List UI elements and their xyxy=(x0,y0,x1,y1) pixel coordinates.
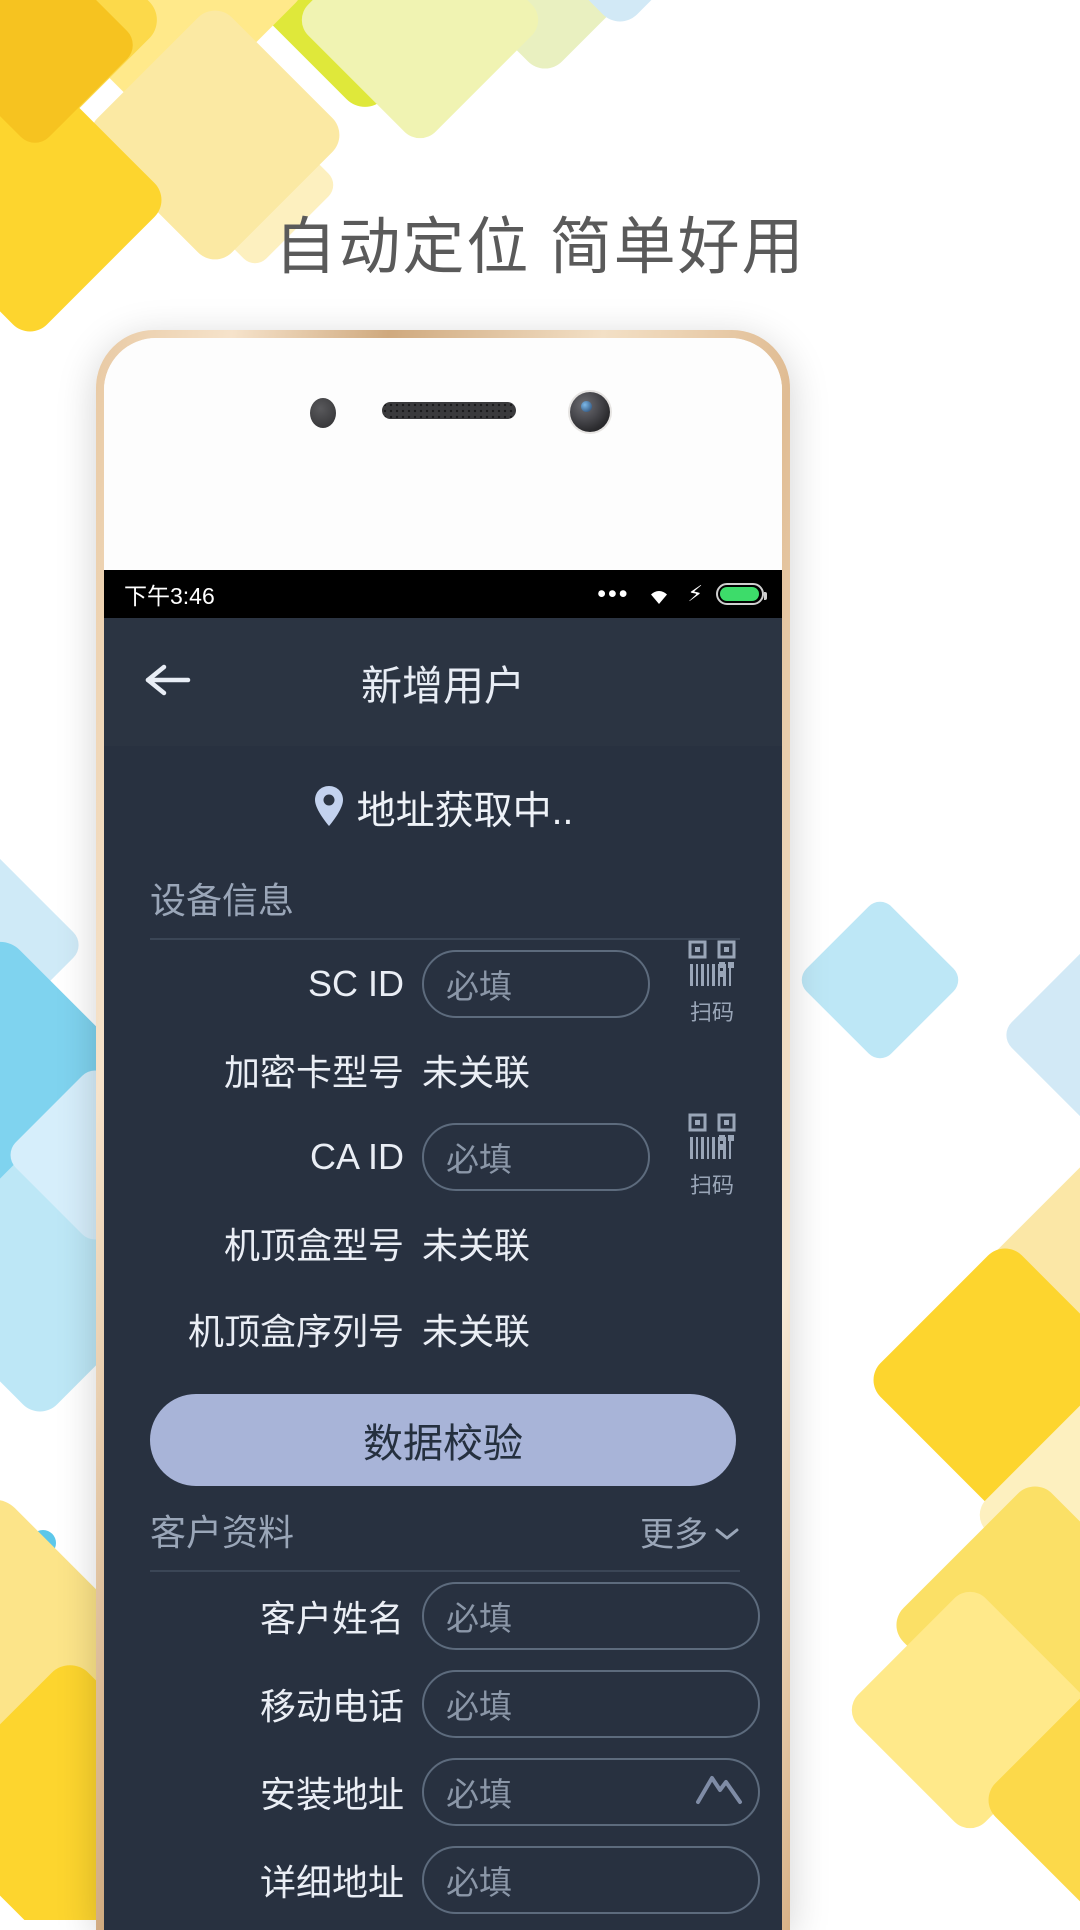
phone-body: 下午3:46 ••• ⚡ 新增用户 地址获取中.. 设备信息 SC ID 必填 … xyxy=(104,338,782,1930)
detail-address-input[interactable]: 必填 xyxy=(422,1846,760,1914)
scan-sc-id-button[interactable]: 扫码 xyxy=(664,940,760,1027)
front-camera-icon xyxy=(570,392,610,432)
field-label: CA ID xyxy=(309,1135,404,1177)
location-status-bar[interactable]: 地址获取中.. xyxy=(104,746,782,862)
battery-icon xyxy=(716,583,767,605)
ca-id-input[interactable]: 必填 xyxy=(422,1122,650,1191)
form-row-install-address: 安装地址 必填 xyxy=(104,1748,782,1836)
status-bar: 下午3:46 ••• ⚡ xyxy=(104,570,782,618)
form-row-stb-model: 机顶盒型号 未关联 xyxy=(104,1200,782,1286)
form-content: 地址获取中.. 设备信息 SC ID 必填 扫码 加密卡型号 未关联 CA ID… xyxy=(104,746,782,1930)
qr-code-icon xyxy=(688,1113,736,1166)
phone-screen: 下午3:46 ••• ⚡ 新增用户 地址获取中.. 设备信息 SC ID 必填 … xyxy=(104,570,782,1930)
back-button[interactable] xyxy=(138,652,198,712)
field-label: 安装地址 xyxy=(259,1774,404,1815)
install-address-input[interactable]: 必填 xyxy=(422,1758,760,1826)
field-label: 机顶盒型号 xyxy=(223,1225,404,1266)
location-pin-icon xyxy=(313,784,345,833)
stb-model-value[interactable]: 未关联 xyxy=(422,1217,530,1269)
scan-ca-id-button[interactable]: 扫码 xyxy=(664,1113,760,1200)
sc-id-input[interactable]: 必填 xyxy=(422,949,650,1018)
form-row-sc-id: SC ID 必填 扫码 xyxy=(104,940,782,1027)
field-label: 机顶盒序列号 xyxy=(187,1311,404,1352)
field-label: SC ID xyxy=(307,962,404,1004)
mountain-icon[interactable] xyxy=(690,1766,748,1818)
scan-label: 扫码 xyxy=(689,1000,734,1025)
qr-code-icon xyxy=(688,940,736,993)
field-label: 移动电话 xyxy=(259,1686,404,1727)
app-bar: 新增用户 xyxy=(104,618,782,746)
scan-label: 扫码 xyxy=(689,1173,734,1198)
form-row-encryption-card-model: 加密卡型号 未关联 xyxy=(104,1027,782,1113)
form-row-ca-id: CA ID 必填 扫码 xyxy=(104,1113,782,1200)
promo-headline: 自动定位 简单好用 xyxy=(274,213,806,282)
location-status-text: 地址获取中.. xyxy=(356,790,574,833)
proximity-sensor-icon xyxy=(310,398,336,428)
status-bar-time: 下午3:46 xyxy=(124,583,215,609)
field-label: 详细地址 xyxy=(259,1862,404,1903)
earpiece-speaker-icon xyxy=(382,402,516,419)
mobile-phone-input[interactable]: 必填 xyxy=(422,1670,760,1738)
arrow-left-icon xyxy=(142,660,194,705)
stb-serial-value[interactable]: 未关联 xyxy=(422,1303,530,1355)
wifi-icon xyxy=(643,582,675,606)
data-verify-button[interactable]: 数据校验 xyxy=(150,1394,736,1486)
customer-section-more-button[interactable]: 更多 xyxy=(640,1507,740,1556)
page-title: 新增用户 xyxy=(361,663,525,709)
phone-top-bezel xyxy=(104,338,782,570)
form-row-customer-name: 客户姓名 必填 xyxy=(104,1572,782,1660)
field-label: 客户姓名 xyxy=(259,1598,404,1639)
lightning-bolt-icon: ⚡ xyxy=(687,581,703,606)
form-row-mobile-phone: 移动电话 必填 xyxy=(104,1660,782,1748)
form-row-detail-address: 详细地址 必填 xyxy=(104,1836,782,1924)
more-dots-icon: ••• xyxy=(597,580,630,608)
chevron-down-icon xyxy=(714,1512,740,1551)
phone-mockup: 下午3:46 ••• ⚡ 新增用户 地址获取中.. 设备信息 SC ID 必填 … xyxy=(96,330,790,1930)
customer-section-header: 客户资料 更多 xyxy=(104,1494,782,1556)
more-label: 更多 xyxy=(640,1516,708,1554)
form-row-stb-serial: 机顶盒序列号 未关联 xyxy=(104,1286,782,1372)
device-section-title: 设备信息 xyxy=(150,880,295,921)
encryption-card-model-value[interactable]: 未关联 xyxy=(422,1044,530,1096)
install-address-placeholder: 必填 xyxy=(446,1776,512,1813)
device-section-header: 设备信息 xyxy=(104,862,782,924)
customer-section-title: 客户资料 xyxy=(150,1512,295,1553)
field-label: 加密卡型号 xyxy=(223,1052,404,1093)
customer-name-input[interactable]: 必填 xyxy=(422,1582,760,1650)
